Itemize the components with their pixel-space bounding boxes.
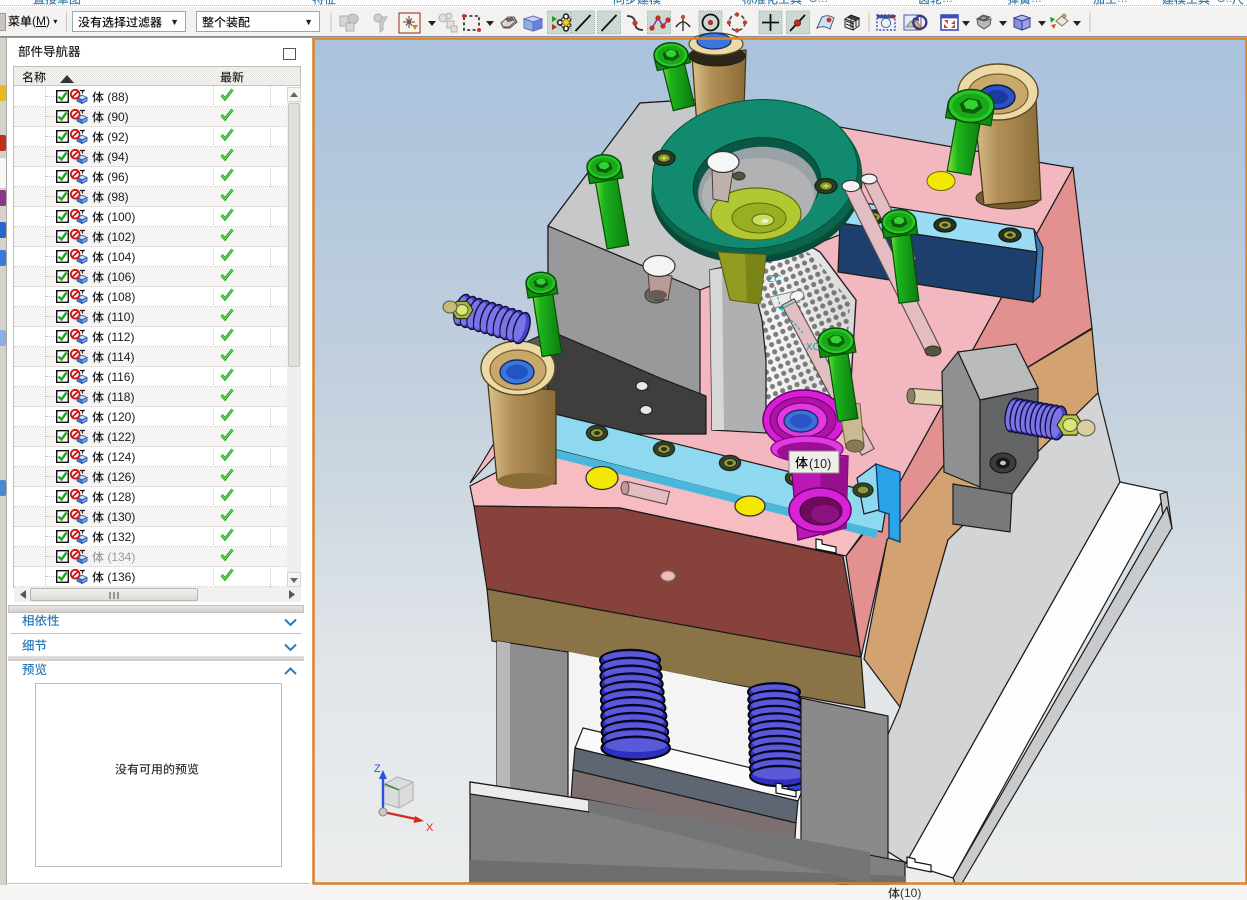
svg-text:ZC: ZC [768,274,781,285]
svg-text:X: X [426,822,434,834]
svg-text:Z: Z [374,763,381,775]
svg-text:XC: XC [806,342,820,353]
svg-text:(10): (10) [809,457,831,471]
